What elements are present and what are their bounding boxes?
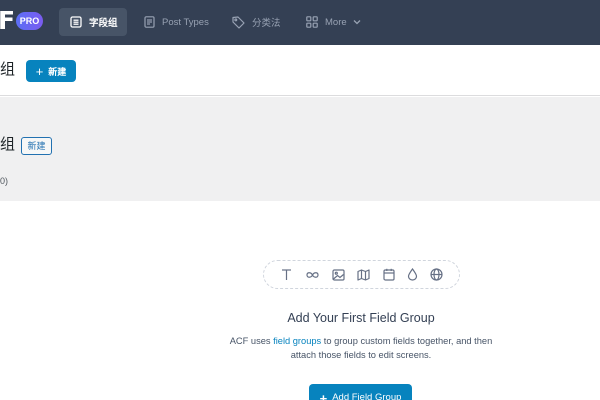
document-list-icon (70, 16, 82, 28)
chevron-down-icon (353, 19, 361, 25)
nav-tab-label: 分类法 (252, 18, 281, 29)
image-icon (332, 268, 345, 281)
globe-icon (430, 268, 443, 281)
list-header-section: 组 新建 0) (0, 97, 600, 201)
grid-icon (306, 16, 318, 28)
add-new-outline-button[interactable]: 新建 (21, 137, 52, 155)
page-icon (144, 16, 155, 28)
tag-icon (232, 15, 245, 29)
pro-badge: PRO (16, 12, 43, 30)
desc-suffix: to group custom fields together, and the… (290, 336, 493, 360)
acf-logo: F (0, 6, 16, 35)
empty-state-title: Add Your First Field Group (287, 311, 435, 325)
field-type-icons (263, 260, 460, 289)
add-field-group-button[interactable]: + Add Field Group (309, 384, 412, 400)
infinity-icon (305, 270, 320, 280)
field-groups-link[interactable]: field groups (273, 336, 321, 346)
add-field-group-label: Add Field Group (332, 392, 402, 400)
desc-prefix: ACF uses (229, 336, 274, 346)
plus-icon: + (35, 63, 44, 79)
nav-tab-more[interactable]: More (298, 8, 366, 36)
item-count: 0) (0, 176, 9, 186)
top-nav-bar: F PRO 字段组 Post Types 分类法 More (0, 0, 600, 45)
nav-tab-field-groups[interactable]: 字段组 (59, 8, 127, 36)
nav-tab-taxonomies[interactable]: 分类法 (224, 8, 288, 36)
calendar-icon (383, 268, 395, 281)
map-icon (357, 268, 371, 281)
nav-tab-label: More (325, 16, 347, 28)
add-new-label: 新建 (48, 66, 67, 77)
list-title: 组 (0, 136, 16, 153)
text-icon (280, 268, 293, 281)
nav-tab-label: 字段组 (89, 18, 118, 29)
drop-icon (407, 268, 418, 281)
add-new-button[interactable]: + 新建 (26, 60, 76, 82)
plus-icon: + (319, 391, 328, 400)
nav-tab-label: Post Types (162, 16, 209, 28)
nav-tab-post-types[interactable]: Post Types (136, 8, 216, 36)
page-header: 组 + 新建 (0, 45, 600, 96)
page-title: 组 (0, 61, 16, 78)
empty-state-description: ACF uses field groups to group custom fi… (225, 334, 497, 362)
